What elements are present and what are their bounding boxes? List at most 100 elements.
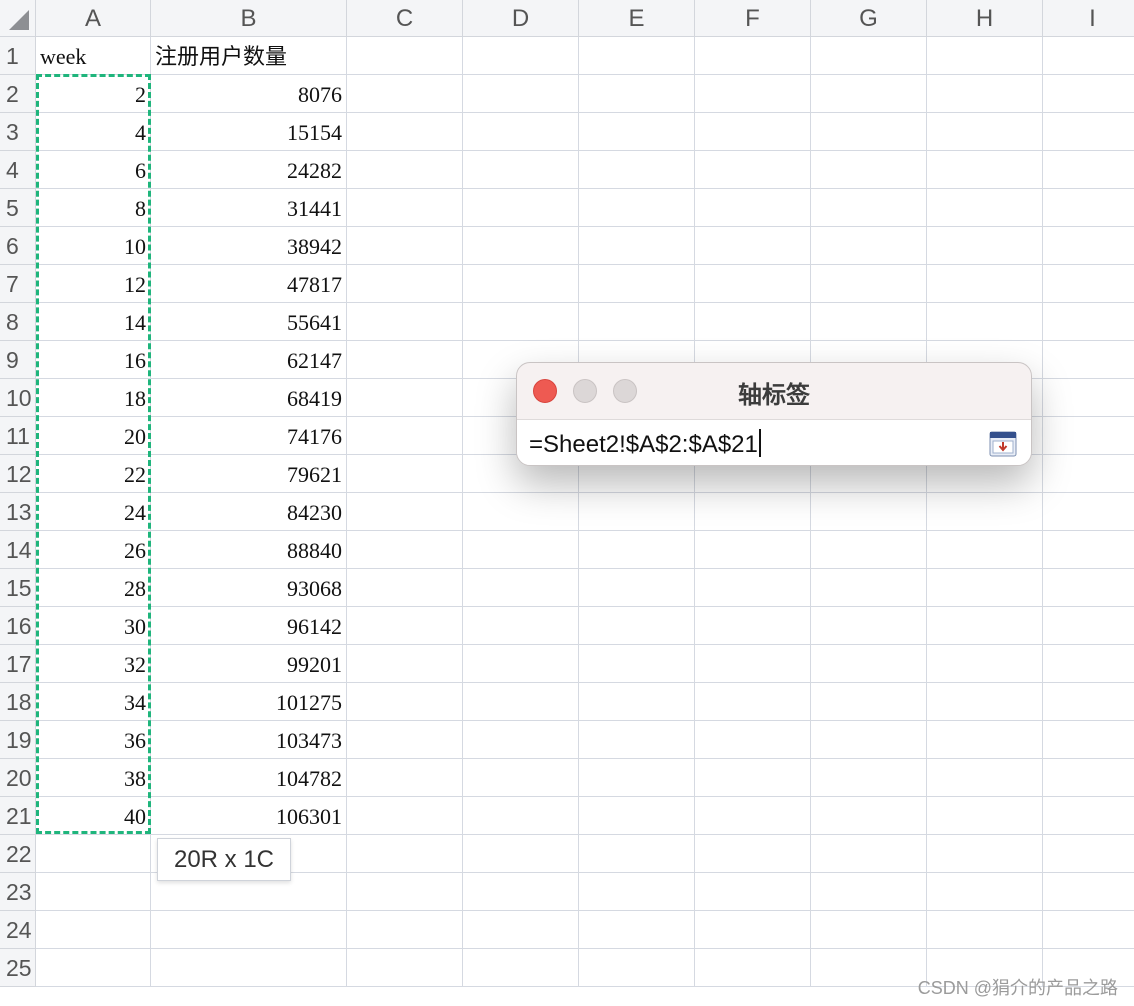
cell-f18[interactable] <box>695 683 811 721</box>
week-cell[interactable]: 38 <box>36 759 151 797</box>
column-header-e[interactable]: E <box>579 0 695 37</box>
cell-g7[interactable] <box>811 265 927 303</box>
cell-f19[interactable] <box>695 721 811 759</box>
cell-c10[interactable] <box>347 379 463 417</box>
cell-c21[interactable] <box>347 797 463 835</box>
column-header-c[interactable]: C <box>347 0 463 37</box>
cell-d17[interactable] <box>463 645 579 683</box>
row-header[interactable]: 11 <box>0 417 36 455</box>
cell-f4[interactable] <box>695 151 811 189</box>
cell-b25[interactable] <box>151 949 347 987</box>
week-cell[interactable]: 30 <box>36 607 151 645</box>
cell-f16[interactable] <box>695 607 811 645</box>
row-header[interactable]: 13 <box>0 493 36 531</box>
cell-h13[interactable] <box>927 493 1043 531</box>
week-cell[interactable]: 14 <box>36 303 151 341</box>
range-input[interactable]: =Sheet2!$A$2:$A$21 <box>517 419 1031 465</box>
cell-f20[interactable] <box>695 759 811 797</box>
cell-g22[interactable] <box>811 835 927 873</box>
cell-f7[interactable] <box>695 265 811 303</box>
cell-f8[interactable] <box>695 303 811 341</box>
row-header[interactable]: 22 <box>0 835 36 873</box>
cell-h17[interactable] <box>927 645 1043 683</box>
cell-f23[interactable] <box>695 873 811 911</box>
column-header-b[interactable]: B <box>151 0 347 37</box>
cell-f15[interactable] <box>695 569 811 607</box>
cell-f14[interactable] <box>695 531 811 569</box>
row-header[interactable]: 8 <box>0 303 36 341</box>
cell-c15[interactable] <box>347 569 463 607</box>
cell-c16[interactable] <box>347 607 463 645</box>
cell-e18[interactable] <box>579 683 695 721</box>
cell-c3[interactable] <box>347 113 463 151</box>
users-cell[interactable]: 62147 <box>151 341 347 379</box>
week-cell[interactable]: 20 <box>36 417 151 455</box>
cell-d4[interactable] <box>463 151 579 189</box>
users-cell[interactable]: 68419 <box>151 379 347 417</box>
cell-h7[interactable] <box>927 265 1043 303</box>
users-cell[interactable]: 74176 <box>151 417 347 455</box>
cell-f22[interactable] <box>695 835 811 873</box>
cell-e15[interactable] <box>579 569 695 607</box>
cell-c7[interactable] <box>347 265 463 303</box>
cell-e14[interactable] <box>579 531 695 569</box>
users-cell[interactable]: 38942 <box>151 227 347 265</box>
cell-h4[interactable] <box>927 151 1043 189</box>
row-header[interactable]: 2 <box>0 75 36 113</box>
users-cell[interactable]: 88840 <box>151 531 347 569</box>
cell-a25[interactable] <box>36 949 151 987</box>
week-cell[interactable]: 32 <box>36 645 151 683</box>
cell-c18[interactable] <box>347 683 463 721</box>
week-cell[interactable]: 10 <box>36 227 151 265</box>
cell-e24[interactable] <box>579 911 695 949</box>
cell-c1[interactable] <box>347 37 463 75</box>
row-header[interactable]: 17 <box>0 645 36 683</box>
cell-a23[interactable] <box>36 873 151 911</box>
cell-d22[interactable] <box>463 835 579 873</box>
row-header[interactable]: 12 <box>0 455 36 493</box>
cell-i11[interactable] <box>1043 417 1134 455</box>
cell-g1[interactable] <box>811 37 927 75</box>
cell-d20[interactable] <box>463 759 579 797</box>
cell-c20[interactable] <box>347 759 463 797</box>
cell-h22[interactable] <box>927 835 1043 873</box>
cell-d6[interactable] <box>463 227 579 265</box>
cell-d19[interactable] <box>463 721 579 759</box>
cell-d3[interactable] <box>463 113 579 151</box>
cell-i1[interactable] <box>1043 37 1134 75</box>
cell-h2[interactable] <box>927 75 1043 113</box>
cell-i9[interactable] <box>1043 341 1134 379</box>
cell-b24[interactable] <box>151 911 347 949</box>
week-cell[interactable]: 26 <box>36 531 151 569</box>
cell-i4[interactable] <box>1043 151 1134 189</box>
cell-i19[interactable] <box>1043 721 1134 759</box>
cell-f13[interactable] <box>695 493 811 531</box>
cell-e1[interactable] <box>579 37 695 75</box>
cell-f5[interactable] <box>695 189 811 227</box>
cell-c4[interactable] <box>347 151 463 189</box>
users-cell[interactable]: 15154 <box>151 113 347 151</box>
row-header[interactable]: 16 <box>0 607 36 645</box>
users-cell[interactable]: 79621 <box>151 455 347 493</box>
cell-d16[interactable] <box>463 607 579 645</box>
cell-h24[interactable] <box>927 911 1043 949</box>
cell-c8[interactable] <box>347 303 463 341</box>
cell-a22[interactable] <box>36 835 151 873</box>
cell-c12[interactable] <box>347 455 463 493</box>
cell-c6[interactable] <box>347 227 463 265</box>
cell-e13[interactable] <box>579 493 695 531</box>
cell-h23[interactable] <box>927 873 1043 911</box>
cell-i20[interactable] <box>1043 759 1134 797</box>
cell-f3[interactable] <box>695 113 811 151</box>
cell-e22[interactable] <box>579 835 695 873</box>
cell-c2[interactable] <box>347 75 463 113</box>
row-header[interactable]: 23 <box>0 873 36 911</box>
cell-e4[interactable] <box>579 151 695 189</box>
cell-e23[interactable] <box>579 873 695 911</box>
cell-g25[interactable] <box>811 949 927 987</box>
cell-i2[interactable] <box>1043 75 1134 113</box>
cell-i12[interactable] <box>1043 455 1134 493</box>
row-header[interactable]: 5 <box>0 189 36 227</box>
week-cell[interactable]: 24 <box>36 493 151 531</box>
cell-d18[interactable] <box>463 683 579 721</box>
